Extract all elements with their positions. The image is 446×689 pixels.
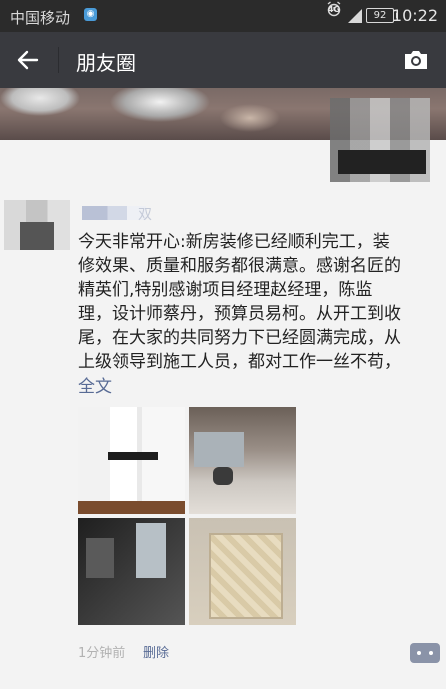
post-text-line: 上级领导到施工人员，都对工作一丝不苟， <box>78 352 401 372</box>
nav-divider <box>58 47 59 73</box>
post-text-line: 理，设计师蔡丹，预算员易柯。从开工到收 <box>78 304 401 324</box>
photo-detail <box>209 533 283 619</box>
post-photo-bathroom[interactable] <box>78 518 185 625</box>
delete-button[interactable]: 删除 <box>143 642 169 661</box>
post-text: 今天非常开心:新房装修已经顺利完工，装 修效果、质量和服务都很满意。感谢名匠的 … <box>78 230 438 374</box>
carrier-badge-icon: ◉ <box>84 8 97 21</box>
profile-name-blurred <box>338 150 426 174</box>
post-text-line: 精英们,特别感谢项目经理赵经理，陈监 <box>78 280 373 300</box>
post-photo-living-room[interactable] <box>189 407 296 514</box>
photo-detail <box>194 432 244 467</box>
post-author-name[interactable] <box>82 206 146 220</box>
comment-icon[interactable] <box>410 643 440 663</box>
comment-dot <box>417 651 421 655</box>
post-avatar-detail <box>20 222 54 250</box>
status-bar: 中国移动 ◉ 4G 92 10:22 <box>0 0 446 32</box>
camera-icon[interactable] <box>402 46 430 74</box>
photo-detail <box>86 538 114 578</box>
post-timestamp: 1分钟前 <box>78 646 126 661</box>
post-author-name-visible: 双 <box>138 207 152 223</box>
back-arrow-icon[interactable] <box>16 48 40 72</box>
carrier-name: 中国移动 <box>10 9 71 27</box>
post-text-line: 今天非常开心:新房装修已经顺利完工，装 <box>78 232 390 252</box>
full-text-link[interactable]: 全文 <box>78 372 112 397</box>
comment-dot <box>429 651 433 655</box>
post-photo-wardrobe[interactable] <box>78 407 185 514</box>
page-title: 朋友圈 <box>76 51 136 75</box>
photo-detail <box>78 501 185 514</box>
photo-detail <box>136 523 166 578</box>
photo-detail <box>213 467 233 485</box>
clock: 10:22 <box>391 6 438 25</box>
battery-indicator: 92 <box>366 8 394 23</box>
post-text-line: 尾，在大家的共同努力下已经圆满完成，从 <box>78 328 401 348</box>
network-type: 4G <box>327 5 340 14</box>
post-photo-feature-wall[interactable] <box>189 518 296 625</box>
photo-detail <box>108 452 158 460</box>
nav-bar: 朋友圈 <box>0 32 446 88</box>
post-text-line: 修效果、质量和服务都很满意。感谢名匠的 <box>78 256 401 276</box>
signal-icon <box>348 9 362 23</box>
